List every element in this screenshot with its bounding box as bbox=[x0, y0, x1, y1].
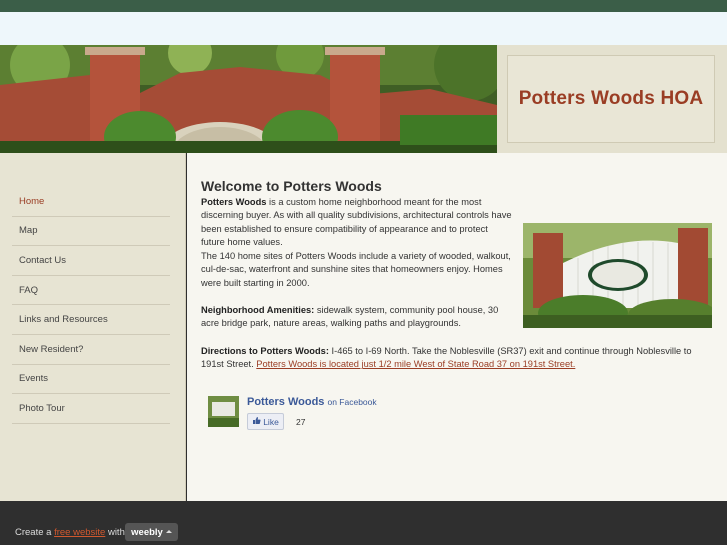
intro-paragraph: Potters Woods is a custom home neighborh… bbox=[201, 196, 513, 250]
site-title[interactable]: Potters Woods HOA bbox=[519, 88, 704, 110]
nav-item-map[interactable]: Map bbox=[12, 217, 170, 247]
footer-suffix: with bbox=[105, 527, 125, 538]
free-website-link[interactable]: free website bbox=[54, 527, 105, 538]
page-heading: Welcome to Potters Woods bbox=[201, 178, 382, 194]
footer: Create a free website with weebly bbox=[0, 501, 727, 545]
facebook-like-button[interactable]: Like bbox=[247, 413, 284, 430]
home-sites-paragraph: The 140 home sites of Potters Woods incl… bbox=[201, 250, 513, 290]
entrance-sign-photo bbox=[523, 223, 712, 328]
facebook-page-thumbnail[interactable] bbox=[208, 396, 239, 427]
facebook-suffix: on Facebook bbox=[327, 397, 377, 407]
nav-item-photo-tour[interactable]: Photo Tour bbox=[12, 394, 170, 424]
home-sites-text: The 140 home sites of Potters Woods incl… bbox=[201, 251, 511, 288]
chevron-up-icon bbox=[165, 527, 172, 538]
nav-item-events[interactable]: Events bbox=[12, 365, 170, 395]
nav-item-home[interactable]: Home bbox=[12, 187, 170, 217]
facebook-like-count: 27 bbox=[296, 417, 306, 427]
nav-item-faq[interactable]: FAQ bbox=[12, 276, 170, 306]
header-band bbox=[0, 12, 727, 45]
nav-item-new-resident[interactable]: New Resident? bbox=[12, 335, 170, 365]
facebook-like-label: Like bbox=[263, 416, 279, 427]
banner: Potters Woods HOA bbox=[0, 45, 727, 153]
location-link[interactable]: Potters Woods is located just 1/2 mile W… bbox=[256, 359, 575, 369]
intro-bold: Potters Woods bbox=[201, 197, 267, 207]
thumbs-up-icon bbox=[252, 416, 261, 427]
directions-paragraph: Directions to Potters Woods: I-465 to I-… bbox=[201, 345, 701, 372]
title-box: Potters Woods HOA bbox=[507, 55, 715, 143]
facebook-widget: Potters Woods on Facebook Like 27 bbox=[208, 396, 508, 436]
sidebar: Home Map Contact Us FAQ Links and Resour… bbox=[0, 153, 186, 501]
title-panel: Potters Woods HOA bbox=[497, 45, 727, 153]
facebook-page-name-text[interactable]: Potters Woods bbox=[247, 396, 324, 408]
facebook-page-name[interactable]: Potters Woods on Facebook bbox=[247, 396, 377, 408]
footer-text: Create a free website with bbox=[15, 527, 125, 538]
main-content: Welcome to Potters Woods Potters Woods i… bbox=[187, 153, 727, 501]
nav-item-links-and-resources[interactable]: Links and Resources bbox=[12, 305, 170, 335]
amenities-bold: Neighborhood Amenities: bbox=[201, 305, 315, 315]
footer-prefix: Create a bbox=[15, 527, 55, 538]
main-nav: Home Map Contact Us FAQ Links and Resour… bbox=[12, 187, 170, 424]
weebly-badge[interactable]: weebly bbox=[125, 523, 178, 541]
top-bar bbox=[0, 0, 727, 12]
weebly-badge-label: weebly bbox=[131, 526, 163, 538]
nav-item-contact-us[interactable]: Contact Us bbox=[12, 246, 170, 276]
entrance-wall-photo bbox=[0, 45, 497, 153]
amenities-paragraph: Neighborhood Amenities: sidewalk system,… bbox=[201, 304, 513, 331]
directions-bold: Directions to Potters Woods: bbox=[201, 346, 329, 356]
